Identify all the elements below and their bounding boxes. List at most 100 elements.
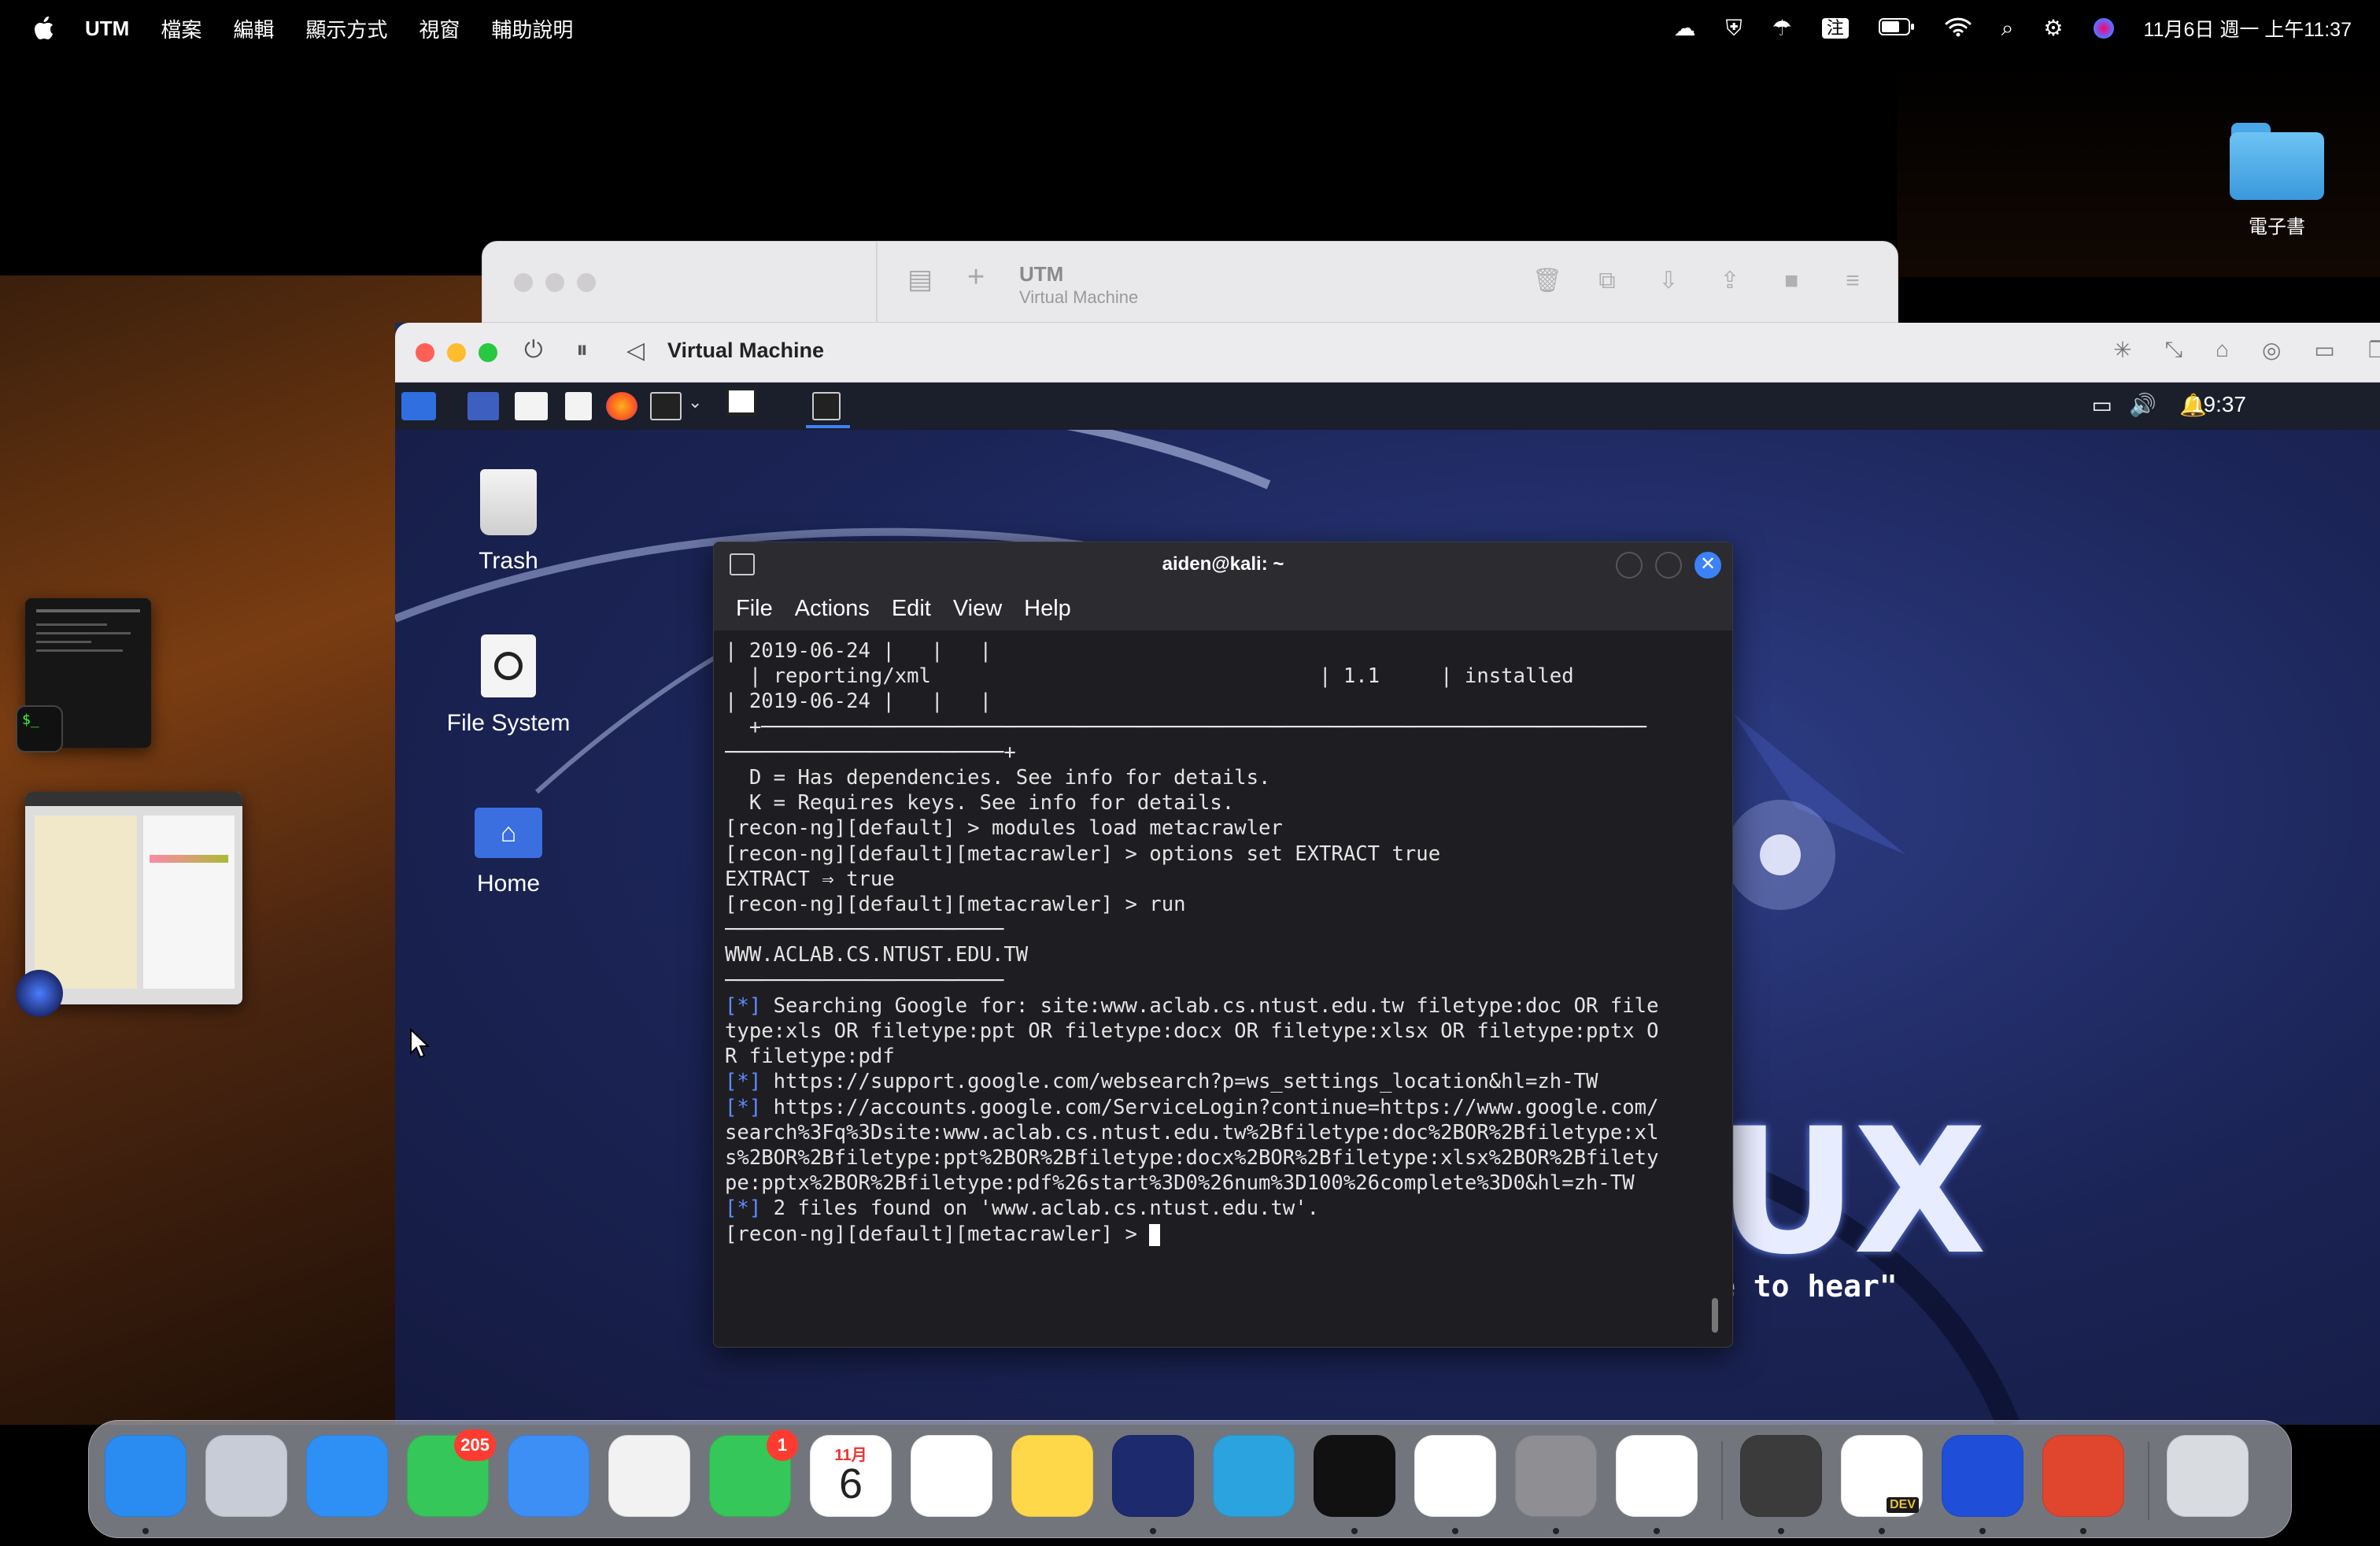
shield-icon[interactable]: ⛨: [1726, 17, 1743, 39]
dock-mail-icon[interactable]: [508, 1435, 589, 1517]
terminal-task-icon[interactable]: [812, 392, 841, 420]
delete-icon[interactable]: 🗑: [1532, 267, 1562, 295]
dock-reminders-icon[interactable]: [911, 1435, 992, 1517]
show-desktop-icon[interactable]: [468, 392, 499, 420]
siri-icon[interactable]: [2093, 18, 2114, 39]
dock-facetime-icon[interactable]: 1: [709, 1429, 798, 1517]
usb-icon[interactable]: ⌂: [2216, 337, 2229, 363]
display-icon[interactable]: ✳: [2113, 337, 2131, 363]
apple-menu-icon[interactable]: [31, 13, 58, 43]
menu-clock[interactable]: 11月6日 週一 上午11:37: [2144, 14, 2352, 43]
windows-icon[interactable]: ❐: [2368, 337, 2380, 363]
cloud-sync-icon[interactable]: ☂: [1772, 17, 1792, 39]
sidebar-toggle-icon[interactable]: ▤: [907, 264, 933, 295]
desktop-folder-label: 電子書: [2249, 216, 2305, 238]
menu-file[interactable]: 檔案: [161, 14, 201, 43]
firefox-icon[interactable]: [606, 392, 638, 420]
kali-clock[interactable]: 19:37: [2191, 392, 2246, 417]
kali-menu-icon[interactable]: [401, 392, 436, 420]
terminal-menu-edit[interactable]: Edit: [892, 596, 931, 622]
terminal-titlebar[interactable]: aiden@kali: ~ ✕: [714, 542, 1732, 586]
terminal-output[interactable]: | 2019-06-24 | | | | reporting/xml | 1.1…: [725, 638, 1720, 1339]
text-editor-icon[interactable]: [565, 392, 592, 420]
export-icon[interactable]: ⇩: [1655, 267, 1682, 295]
close-button[interactable]: [514, 273, 533, 292]
dock-sublime-text-icon[interactable]: [1740, 1435, 1822, 1517]
dock-safari-icon[interactable]: [306, 1435, 388, 1517]
dock-messages-icon[interactable]: 205: [407, 1429, 496, 1517]
dock-remote-desktop-icon[interactable]: [2042, 1435, 2124, 1517]
desktop-folder[interactable]: 電子書: [2226, 118, 2328, 252]
shared-folder-icon[interactable]: ▭: [2314, 337, 2334, 363]
dock-notes-icon[interactable]: [1011, 1435, 1093, 1517]
vm-toolbar-right: ✳ ⤡ ⌂ ◎ ▭ ❐: [2113, 337, 2380, 363]
terminal-menu-actions[interactable]: Actions: [795, 596, 870, 622]
utm-window-controls[interactable]: [514, 273, 596, 292]
pause-icon[interactable]: ⏸: [576, 337, 588, 364]
icloud-icon[interactable]: ☁: [1674, 17, 1696, 39]
terminal-scrollbar[interactable]: [1712, 1298, 1718, 1333]
kali-filesystem-icon[interactable]: File System: [438, 634, 579, 737]
dock-finder-icon[interactable]: [105, 1435, 187, 1517]
stage-manager-browser-thumbnail[interactable]: [25, 792, 242, 1004]
add-vm-icon[interactable]: +: [967, 261, 985, 294]
macos-menu-bar: UTM 檔案 編輯 顯示方式 視窗 輔助說明 ☁ ⛨ ☂ 注 ⌕ ⚙ 11月6日…: [0, 0, 2380, 57]
vm-close-button[interactable]: [416, 343, 434, 362]
menu-view[interactable]: 顯示方式: [305, 14, 387, 43]
file-manager-icon[interactable]: [515, 392, 548, 420]
menu-edit[interactable]: 編輯: [233, 14, 274, 43]
kali-trash-icon[interactable]: Trash: [438, 469, 579, 575]
zoom-button[interactable]: [577, 273, 596, 292]
spotlight-search-icon[interactable]: ⌕: [2001, 17, 2014, 39]
vm-zoom-button[interactable]: [479, 343, 497, 362]
stop-icon[interactable]: ■: [1778, 267, 1805, 295]
dock-terminal-icon[interactable]: [1314, 1435, 1395, 1517]
terminal-close-button[interactable]: ✕: [1694, 552, 1721, 579]
dock-telegram-icon[interactable]: [1213, 1435, 1295, 1517]
wifi-icon[interactable]: [1945, 17, 1972, 41]
terminal-minimize-button[interactable]: [1616, 552, 1643, 579]
terminal-window[interactable]: aiden@kali: ~ ✕ File Actions Edit View H…: [713, 542, 1733, 1348]
dock-launchpad-icon[interactable]: [205, 1435, 287, 1517]
share-icon[interactable]: ⇪: [1717, 267, 1743, 295]
terminal-info-marker: [*]: [725, 993, 762, 1018]
dock-calendar-icon[interactable]: 11月 6: [810, 1435, 892, 1517]
input-method-icon[interactable]: 注: [1821, 18, 1849, 39]
dock-word-icon[interactable]: [1616, 1435, 1698, 1517]
dock-vs-code-icon[interactable]: [1414, 1435, 1496, 1517]
chevron-down-icon[interactable]: ⌄: [688, 392, 704, 420]
terminal-launcher-icon[interactable]: [650, 392, 682, 420]
control-center-icon[interactable]: ⚙: [2043, 17, 2063, 39]
kali-top-panel: ⌄ ▭ 🔊 🔔 19:37: [395, 383, 2380, 430]
menu-app-name[interactable]: UTM: [85, 17, 129, 41]
utm-window-title: UTM: [1019, 262, 1064, 286]
terminal-maximize-button[interactable]: [1655, 552, 1682, 579]
back-icon[interactable]: ◁: [626, 337, 645, 364]
terminal-menu-view[interactable]: View: [953, 596, 1002, 622]
resize-icon[interactable]: ⤡: [2165, 337, 2182, 363]
menu-window[interactable]: 視窗: [419, 14, 460, 43]
dock-edge-dev-icon[interactable]: DEV: [1841, 1435, 1923, 1517]
settings-icon[interactable]: ≡: [1839, 267, 1866, 295]
notification-icon[interactable]: ▭: [2092, 392, 2112, 420]
dock-photos-icon[interactable]: [608, 1435, 690, 1517]
dock-trash-icon[interactable]: [2167, 1435, 2249, 1517]
workspace-1-icon[interactable]: [726, 387, 757, 416]
dock-firefox-icon[interactable]: [1112, 1435, 1194, 1517]
kali-home-icon[interactable]: ⌂ Home: [438, 808, 579, 897]
dock-system-settings-icon[interactable]: [1515, 1435, 1597, 1517]
volume-icon[interactable]: 🔊: [2129, 392, 2156, 420]
clone-icon[interactable]: ⧉: [1594, 267, 1621, 295]
power-icon[interactable]: ⏻: [524, 337, 543, 364]
minimize-button[interactable]: [545, 273, 564, 292]
drive-icon[interactable]: ◎: [2262, 337, 2281, 363]
vm-minimize-button[interactable]: [447, 343, 466, 362]
dock-utm-icon[interactable]: [1942, 1435, 2023, 1517]
firefox-stage-icon[interactable]: [16, 970, 63, 1017]
terminal-menu-file[interactable]: File: [736, 596, 773, 622]
battery-icon[interactable]: [1878, 17, 1915, 40]
terminal-app-icon[interactable]: $_: [16, 705, 63, 753]
terminal-menu-help[interactable]: Help: [1024, 596, 1071, 622]
utm-toolbar: 🗑 ⧉ ⇩ ⇪ ■ ≡: [1532, 267, 1866, 295]
menu-help[interactable]: 輔助說明: [491, 14, 573, 43]
